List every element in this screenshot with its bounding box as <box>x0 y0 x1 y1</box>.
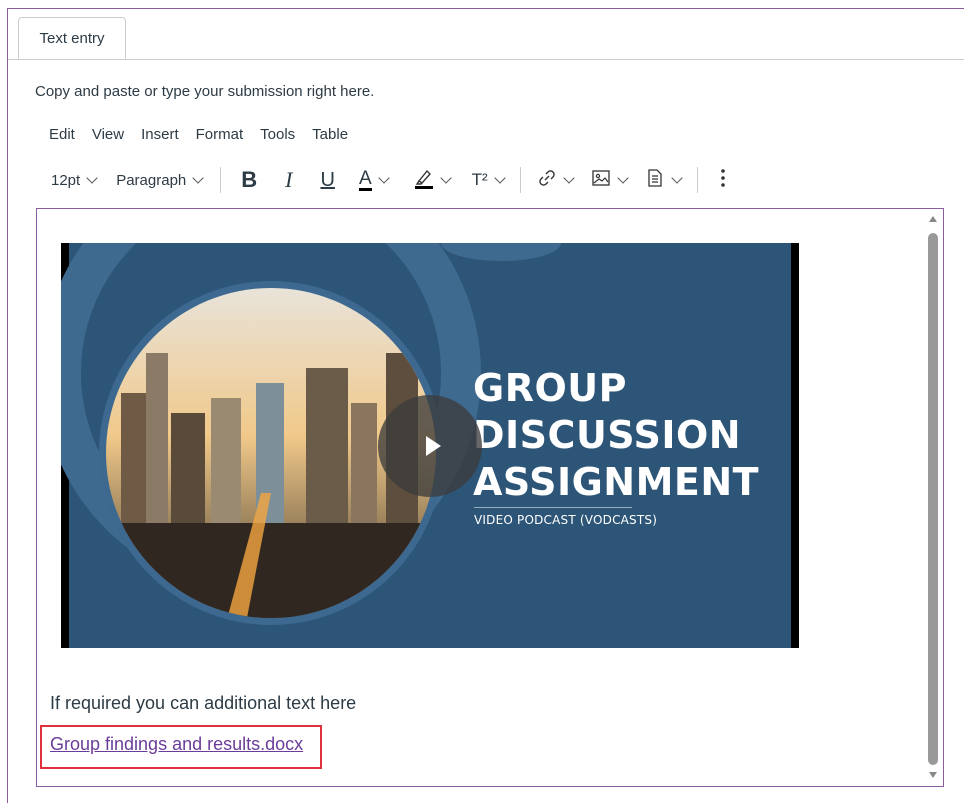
video-subtitle: VIDEO PODCAST (VODCASTS) <box>474 513 658 527</box>
attachment-link[interactable]: Group findings and results.docx <box>50 734 303 755</box>
chevron-down-icon <box>439 172 452 184</box>
video-title-line: GROUP <box>473 366 627 410</box>
block-format-value: Paragraph <box>116 171 187 189</box>
menu-format[interactable]: Format <box>196 126 244 143</box>
chevron-down-icon <box>86 172 98 184</box>
tab-strip: Text entry <box>8 9 964 60</box>
play-button[interactable] <box>378 395 482 497</box>
toolbar-divider <box>519 167 521 193</box>
document-icon <box>645 168 665 192</box>
font-size-select[interactable]: 12pt <box>51 171 98 189</box>
editor-menubar: Edit View Insert Format Tools Table <box>49 126 365 143</box>
bold-button[interactable]: B <box>241 167 257 193</box>
highlight-color-button[interactable] <box>414 167 452 193</box>
block-format-select[interactable]: Paragraph <box>116 171 204 189</box>
toolbar-divider <box>220 167 222 193</box>
chevron-down-icon <box>377 172 390 184</box>
link-icon <box>537 168 557 192</box>
highlighter-icon <box>414 167 434 193</box>
chevron-down-icon <box>617 172 629 184</box>
editor-toolbar: 12pt Paragraph B I U A T² <box>44 163 824 197</box>
play-icon <box>425 436 441 456</box>
chevron-down-icon <box>671 172 683 184</box>
scroll-down-arrow-icon[interactable] <box>929 772 937 778</box>
toolbar-divider <box>696 167 698 193</box>
bold-icon: B <box>241 167 258 192</box>
underline-button[interactable]: U <box>320 169 334 192</box>
italic-icon: I <box>285 167 293 192</box>
link-button[interactable] <box>537 168 575 192</box>
scroll-up-arrow-icon[interactable] <box>929 216 937 222</box>
chevron-down-icon <box>192 172 204 184</box>
italic-button[interactable]: I <box>285 167 292 193</box>
underline-icon: U <box>320 168 335 191</box>
menu-view[interactable]: View <box>92 126 124 143</box>
embedded-video[interactable]: GROUP DISCUSSION ASSIGNMENT VIDEO PODCAS… <box>61 243 799 648</box>
body-paragraph: If required you can additional text here <box>50 693 357 713</box>
chevron-down-icon <box>563 172 575 184</box>
superscript-icon: T² <box>471 170 488 189</box>
menu-table[interactable]: Table <box>312 126 348 143</box>
video-title-line: ASSIGNMENT <box>473 460 760 504</box>
tab-text-entry[interactable]: Text entry <box>18 17 126 59</box>
text-color-icon: A <box>358 167 372 191</box>
image-button[interactable] <box>591 168 629 192</box>
instruction-text: Copy and paste or type your submission r… <box>35 83 375 100</box>
more-options-button[interactable] <box>720 168 726 192</box>
more-vertical-icon <box>720 168 726 192</box>
chevron-down-icon <box>494 172 506 184</box>
image-icon <box>591 168 611 192</box>
superscript-button[interactable]: T² <box>471 170 506 190</box>
menu-tools[interactable]: Tools <box>260 126 295 143</box>
text-color-button[interactable]: A <box>358 167 390 191</box>
video-title: GROUP DISCUSSION ASSIGNMENT <box>473 365 759 506</box>
scrollbar-thumb[interactable] <box>928 233 938 765</box>
video-title-line: DISCUSSION <box>473 413 742 457</box>
subtitle-divider <box>474 507 632 508</box>
document-button[interactable] <box>645 168 683 192</box>
menu-edit[interactable]: Edit <box>49 126 75 143</box>
font-size-value: 12pt <box>51 171 81 189</box>
menu-insert[interactable]: Insert <box>141 126 179 143</box>
